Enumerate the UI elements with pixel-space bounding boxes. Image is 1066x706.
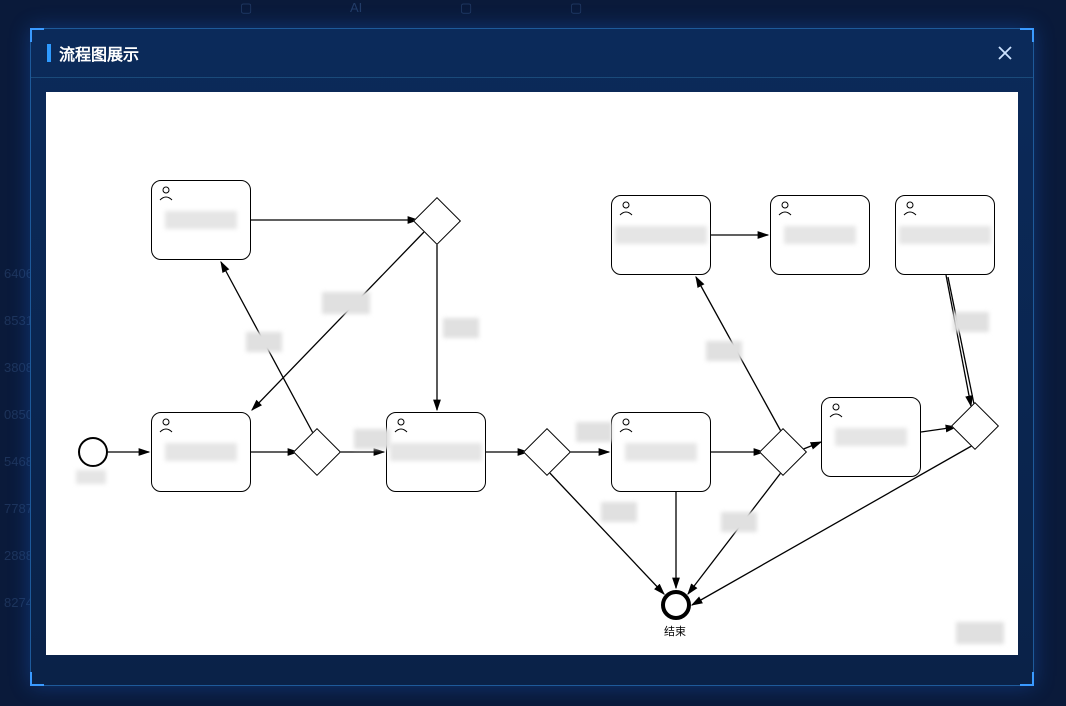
bpmn-diagram: 结束 [46, 92, 1018, 655]
user-icon [618, 200, 634, 216]
modal-title-text: 流程图展示 [59, 41, 139, 65]
corner-decoration [30, 28, 44, 42]
edge-label-redacted [246, 332, 282, 352]
user-task-node[interactable] [611, 412, 711, 492]
task-label-redacted [615, 226, 707, 244]
task-label-redacted [165, 211, 237, 229]
diagram-canvas[interactable]: 结束 [46, 92, 1018, 655]
corner-decoration [1020, 28, 1034, 42]
gateway-node[interactable] [293, 428, 341, 476]
flowchart-modal: 流程图展示 [30, 28, 1034, 686]
task-label-redacted [165, 443, 237, 461]
close-icon [997, 45, 1013, 61]
corner-decoration [30, 672, 44, 686]
user-icon [393, 417, 409, 433]
task-label-redacted [899, 226, 991, 244]
end-event-label: 结束 [664, 623, 686, 639]
close-button[interactable] [993, 41, 1017, 65]
user-icon [777, 200, 793, 216]
corner-decoration [1020, 672, 1034, 686]
user-task-node[interactable] [611, 195, 711, 275]
user-task-node[interactable] [770, 195, 870, 275]
start-label-redacted [76, 470, 106, 484]
end-event[interactable] [661, 590, 691, 620]
edge-label-redacted [443, 318, 479, 338]
top-nav-ghost: ▢AI▢▢ [0, 0, 1066, 20]
edge-label-redacted [322, 292, 370, 314]
diagram-edges [46, 92, 1018, 655]
modal-header: 流程图展示 [31, 29, 1033, 78]
user-task-node[interactable] [151, 412, 251, 492]
user-task-node[interactable] [895, 195, 995, 275]
edge-label-redacted [354, 429, 390, 449]
task-label-redacted [625, 443, 697, 461]
gateway-node[interactable] [523, 428, 571, 476]
gateway-node[interactable] [759, 428, 807, 476]
user-task-node[interactable] [821, 397, 921, 477]
gateway-node[interactable] [413, 197, 461, 245]
user-icon [902, 200, 918, 216]
gateway-node[interactable] [951, 402, 999, 450]
task-label-redacted [390, 443, 482, 461]
edge-label-redacted [956, 622, 1004, 644]
edge-label-redacted [953, 312, 989, 332]
task-label-redacted [835, 428, 907, 446]
edge-label-redacted [706, 341, 742, 361]
user-icon [158, 185, 174, 201]
user-icon [618, 417, 634, 433]
modal-title: 流程图展示 [47, 41, 139, 65]
user-icon [828, 402, 844, 418]
user-task-node[interactable] [151, 180, 251, 260]
title-accent-bar [47, 44, 51, 62]
edge-label-redacted [721, 512, 757, 532]
user-icon [158, 417, 174, 433]
edge-label-redacted [576, 422, 612, 442]
user-task-node[interactable] [386, 412, 486, 492]
start-event[interactable] [78, 437, 108, 467]
edge-label-redacted [601, 502, 637, 522]
task-label-redacted [784, 226, 856, 244]
